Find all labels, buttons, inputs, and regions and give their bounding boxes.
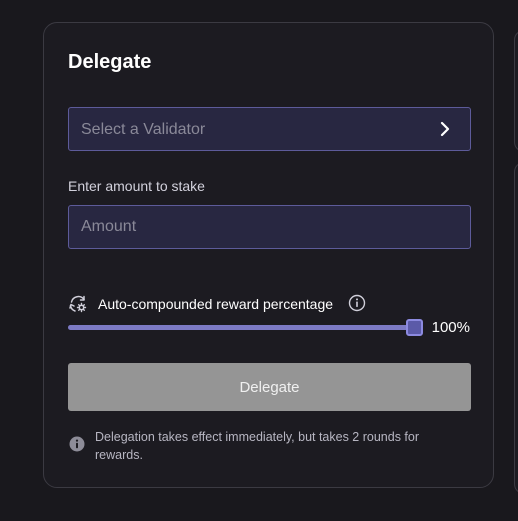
delegation-note: Delegation takes effect immediately, but… xyxy=(95,430,420,462)
compound-label: Auto-compounded reward percentage xyxy=(98,296,334,312)
info-icon[interactable] xyxy=(348,294,366,312)
slider-value: 100% xyxy=(431,319,470,336)
info-filled-icon xyxy=(69,436,85,452)
side-panel-upper xyxy=(514,30,518,152)
delegate-button[interactable]: Delegate xyxy=(68,363,471,411)
side-panel-lower xyxy=(514,162,518,494)
chevron-right-icon xyxy=(440,121,450,137)
slider-fill xyxy=(68,325,414,330)
compound-row: Auto-compounded reward percentage xyxy=(68,293,471,315)
compound-slider[interactable] xyxy=(68,317,423,337)
page: Delegate Select a Validator Enter amount… xyxy=(0,0,518,521)
card-title: Delegate xyxy=(68,51,152,73)
auto-compound-icon xyxy=(69,295,87,313)
amount-input[interactable] xyxy=(68,205,471,249)
validator-placeholder: Select a Validator xyxy=(81,121,206,138)
amount-label: Enter amount to stake xyxy=(68,178,205,194)
validator-select[interactable]: Select a Validator xyxy=(68,107,471,151)
slider-thumb[interactable] xyxy=(406,319,423,336)
delegate-card: Delegate Select a Validator Enter amount… xyxy=(43,22,494,488)
